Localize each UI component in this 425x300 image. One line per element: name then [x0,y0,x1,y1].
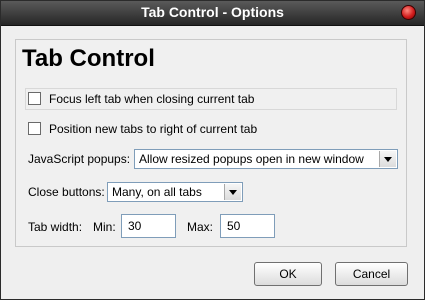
position-right-option[interactable]: Position new tabs to right of current ta… [28,121,257,136]
min-label: Min: [93,220,116,234]
max-width-input[interactable]: 50 [220,214,275,238]
options-window: Tab Control - Options Tab Control Focus … [0,0,425,300]
close-buttons-label: Close buttons: [28,185,105,199]
options-panel: Tab Control Focus left tab when closing … [15,39,407,247]
chevron-down-icon[interactable] [379,151,396,167]
position-right-checkbox[interactable] [28,122,41,136]
focus-left-option[interactable]: Focus left tab when closing current tab [28,91,254,106]
ok-button[interactable]: OK [254,262,322,286]
chevron-down-icon[interactable] [224,184,241,200]
max-label: Max: [187,220,214,234]
window-title: Tab Control - Options [141,4,284,20]
cancel-button[interactable]: Cancel [335,262,408,286]
focus-left-checkbox[interactable] [28,92,41,106]
page-title: Tab Control [22,45,155,72]
js-popups-label: JavaScript popups: [28,152,131,166]
tab-width-label: Tab width: [28,220,83,234]
close-icon[interactable] [401,5,416,20]
min-width-input[interactable]: 30 [121,214,176,238]
js-popups-value: Allow resized popups open in new window [139,152,364,166]
title-bar[interactable]: Tab Control - Options [1,1,424,26]
js-popups-select[interactable]: Allow resized popups open in new window [134,149,398,169]
focus-left-label: Focus left tab when closing current tab [49,91,255,106]
position-right-label: Position new tabs to right of current ta… [49,121,258,136]
close-buttons-value: Many, on all tabs [112,185,202,199]
close-buttons-select[interactable]: Many, on all tabs [107,182,243,202]
